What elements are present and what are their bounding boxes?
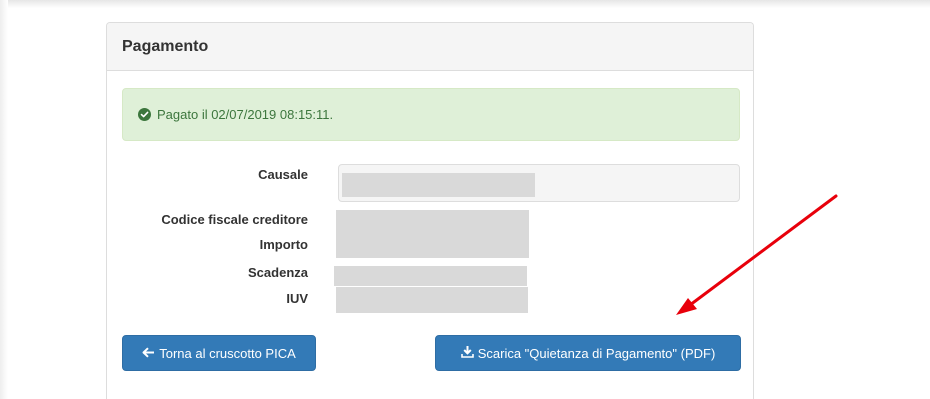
- download-button-label: Scarica "Quietanza di Pagamento" (PDF): [477, 345, 716, 361]
- panel-title: Pagamento: [122, 38, 209, 55]
- causale-redaction: [342, 173, 535, 197]
- codice-fiscale-importo-redaction: [336, 210, 529, 258]
- scadenza-label: Scadenza: [248, 265, 308, 280]
- top-shadow: [0, 0, 930, 8]
- left-shadow: [0, 0, 8, 399]
- arrow-left-icon: [142, 346, 155, 361]
- back-to-dashboard-button[interactable]: Torna al cruscotto PICA: [122, 335, 316, 371]
- payment-success-alert: Pagato il 02/07/2019 08:15:11.: [122, 88, 740, 141]
- alert-message: Pagato il 02/07/2019 08:15:11.: [157, 106, 334, 122]
- page: Pagamento Pagato il 02/07/2019 08:15:11.…: [0, 0, 930, 399]
- codice-fiscale-label: Codice fiscale creditore: [161, 212, 308, 227]
- download-receipt-button[interactable]: Scarica "Quietanza di Pagamento" (PDF): [435, 335, 741, 371]
- causale-value-box: [338, 164, 740, 202]
- scadenza-redaction: [334, 266, 527, 286]
- causale-label: Causale: [258, 167, 308, 182]
- payment-panel: Pagamento Pagato il 02/07/2019 08:15:11.…: [106, 22, 754, 399]
- back-button-label: Torna al cruscotto PICA: [159, 345, 296, 361]
- check-circle-icon: [138, 108, 151, 121]
- iuv-redaction: [336, 287, 528, 313]
- iuv-label: IUV: [286, 291, 308, 306]
- importo-label: Importo: [259, 237, 308, 252]
- download-icon: [460, 345, 474, 361]
- panel-heading: Pagamento: [107, 23, 753, 71]
